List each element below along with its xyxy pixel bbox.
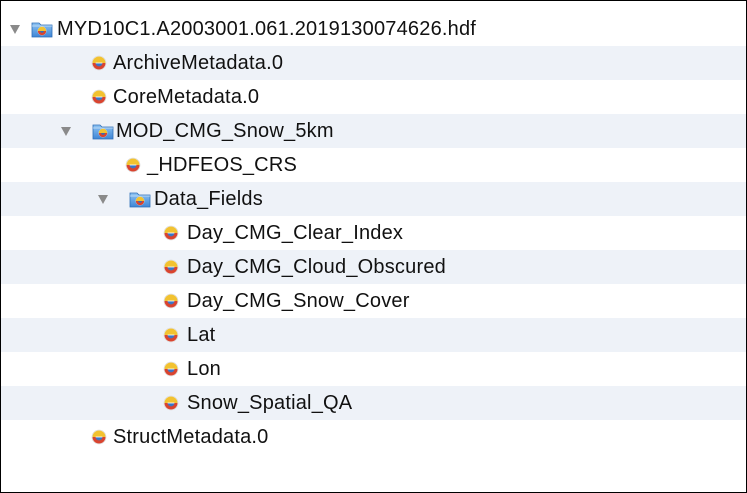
tree-row-day-cmg-clear-index[interactable]: Day_CMG_Clear_Index [1,216,746,250]
tree-item-label: ArchiveMetadata.0 [113,52,284,74]
tree-list: MYD10C1.A2003001.061.2019130074626.hdf A… [1,12,746,454]
tree-item-label: Day_CMG_Cloud_Obscured [187,256,446,278]
tree-item-label: Lon [187,358,221,380]
tree-row-core-metadata[interactable]: CoreMetadata.0 [1,80,746,114]
tree-item-label: Data_Fields [154,188,263,210]
disclosure-triangle-down-icon[interactable] [61,127,71,136]
tree-row-struct-metadata[interactable]: StructMetadata.0 [1,420,746,454]
disclosure-triangle-down-icon[interactable] [98,195,108,204]
tree-row-day-cmg-snow-cover[interactable]: Day_CMG_Snow_Cover [1,284,746,318]
hdf-group-folder-icon [129,190,151,208]
tree-item-label: MYD10C1.A2003001.061.2019130074626.hdf [57,18,477,40]
tree-item-label: _HDFEOS_CRS [147,154,298,176]
tree-item-label: MOD_CMG_Snow_5km [116,120,334,142]
hdf-group-folder-icon [92,122,114,140]
tree-row-lon[interactable]: Lon [1,352,746,386]
tree-item-label: Lat [187,324,216,346]
tree-item-label: Snow_Spatial_QA [187,392,353,414]
tree-row-root-file[interactable]: MYD10C1.A2003001.061.2019130074626.hdf [1,12,746,46]
tree-item-label: StructMetadata.0 [113,426,269,448]
tree-item-label: CoreMetadata.0 [113,86,260,108]
hdf-dataset-icon [91,55,107,71]
tree-row-snow-spatial-qa[interactable]: Snow_Spatial_QA [1,386,746,420]
hdf-dataset-icon [91,429,107,445]
hdf-dataset-icon [91,89,107,105]
hdf-dataset-icon [163,293,179,309]
hdf-dataset-icon [163,395,179,411]
hdf-dataset-icon [163,225,179,241]
tree-row-lat[interactable]: Lat [1,318,746,352]
tree-row-hdfeos-crs[interactable]: _HDFEOS_CRS [1,148,746,182]
hdf-dataset-icon [125,157,141,173]
hdf-group-folder-icon [31,20,53,38]
tree-row-day-cmg-cloud-obscured[interactable]: Day_CMG_Cloud_Obscured [1,250,746,284]
disclosure-triangle-down-icon[interactable] [10,25,20,34]
tree-item-label: Day_CMG_Clear_Index [187,222,404,244]
tree-row-mod-cmg-snow-5km[interactable]: MOD_CMG_Snow_5km [1,114,746,148]
hdf-dataset-icon [163,327,179,343]
hdf-dataset-icon [163,259,179,275]
tree-row-data-fields[interactable]: Data_Fields [1,182,746,216]
hdf-dataset-icon [163,361,179,377]
tree-row-archive-metadata[interactable]: ArchiveMetadata.0 [1,46,746,80]
hdf-file-tree: MYD10C1.A2003001.061.2019130074626.hdf A… [0,0,747,493]
tree-item-label: Day_CMG_Snow_Cover [187,290,410,312]
